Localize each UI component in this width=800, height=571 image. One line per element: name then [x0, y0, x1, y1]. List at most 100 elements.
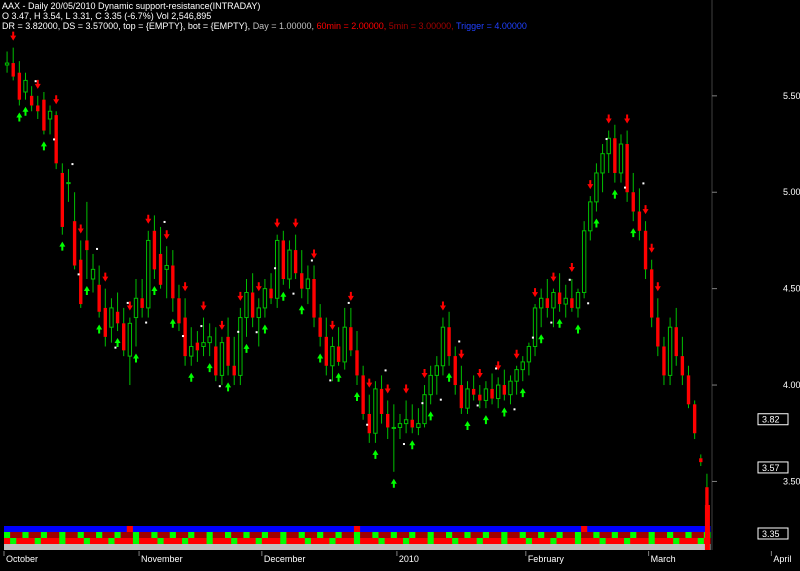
band-60min-cell — [267, 538, 275, 544]
band-5min-cell — [452, 532, 459, 538]
band-5min-cell — [599, 532, 607, 538]
candle-down — [97, 284, 101, 312]
resistance-dot — [163, 220, 166, 223]
candle-up — [342, 326, 347, 363]
candle-up — [23, 79, 28, 93]
band-trigger-cell — [697, 526, 705, 532]
band-5min-cell — [611, 532, 619, 538]
candle-down — [637, 211, 642, 231]
support-dot — [292, 292, 295, 295]
band-5min-cell — [396, 532, 404, 538]
band-day-cell — [691, 544, 699, 550]
band-trigger-cell — [243, 526, 251, 532]
band-60min-cell — [304, 538, 312, 544]
resistance-dot — [274, 267, 277, 270]
band-trigger-cell — [10, 526, 17, 532]
band-5min-cell — [212, 532, 220, 538]
sell-arrow — [421, 369, 428, 379]
band-5min-cell — [206, 532, 214, 538]
candle-down — [214, 346, 218, 376]
band-60min-cell — [120, 538, 128, 544]
band-day-cell — [550, 544, 558, 550]
band-day-cell — [182, 544, 189, 550]
band-trigger-cell — [562, 526, 570, 532]
band-60min-cell — [83, 538, 91, 544]
band-day-cell — [298, 544, 306, 550]
band-day-cell — [636, 544, 643, 550]
band-5min-cell — [231, 532, 238, 538]
candle-down — [195, 342, 200, 351]
band-5min-cell — [83, 532, 91, 538]
band-60min-cell — [225, 538, 232, 544]
y-tick-label: 5.50 — [783, 91, 800, 101]
band-5min-cell — [34, 532, 42, 538]
band-5min-cell — [495, 532, 502, 538]
candle-up — [551, 291, 556, 309]
band-trigger-cell — [53, 526, 60, 532]
sell-arrow — [329, 320, 336, 330]
band-5min-cell — [679, 532, 686, 538]
sell-arrow — [513, 349, 520, 359]
candle-down — [471, 388, 476, 395]
sell-arrow — [255, 282, 262, 292]
band-5min-cell — [617, 532, 625, 538]
band-trigger-cell — [28, 526, 36, 532]
last-bar-marker — [704, 505, 710, 550]
candle-down — [60, 172, 65, 227]
band-trigger-cell — [581, 526, 588, 532]
band-60min-cell — [562, 538, 570, 544]
band-60min-cell — [206, 538, 214, 544]
band-trigger-cell — [274, 526, 281, 532]
band-5min-cell — [237, 532, 244, 538]
band-60min-cell — [310, 538, 318, 544]
band-day-cell — [139, 544, 146, 550]
candle-down — [656, 317, 660, 347]
y-tick-label: 5.00 — [783, 187, 800, 197]
support-dot — [550, 321, 553, 324]
sell-arrow — [145, 214, 152, 224]
band-day-cell — [261, 544, 269, 550]
resistance-dot — [384, 369, 387, 372]
band-day-cell — [513, 544, 521, 550]
buy-arrow — [390, 478, 397, 488]
candle-down — [680, 356, 685, 376]
band-day-cell — [157, 544, 165, 550]
band-trigger-cell — [384, 526, 392, 532]
band-day-cell — [544, 544, 551, 550]
candle-down — [324, 336, 328, 366]
band-60min-cell — [194, 538, 201, 544]
band-trigger-cell — [310, 526, 318, 532]
band-5min-cell — [667, 532, 674, 538]
band-day-cell — [310, 544, 318, 550]
band-day-cell — [403, 544, 410, 550]
band-60min-cell — [697, 538, 705, 544]
candle-up — [465, 388, 470, 409]
band-60min-cell — [182, 538, 189, 544]
band-60min-cell — [488, 538, 496, 544]
buy-arrow — [16, 112, 23, 122]
band-day-cell — [605, 544, 613, 550]
sell-arrow — [605, 114, 612, 124]
x-tick-label: October — [6, 554, 38, 564]
band-60min-cell — [390, 538, 398, 544]
band-60min-cell — [458, 538, 465, 544]
band-day-cell — [624, 544, 631, 550]
band-5min-cell — [507, 532, 515, 538]
band-60min-cell — [200, 538, 208, 544]
buy-arrow — [225, 382, 232, 392]
candle-up — [330, 345, 335, 367]
candle-down — [355, 350, 359, 376]
buy-arrow — [446, 372, 453, 382]
band-day-cell — [372, 544, 379, 550]
price-marker-label: 3.35 — [762, 529, 780, 539]
band-trigger-cell — [568, 526, 576, 532]
band-trigger-cell — [89, 526, 97, 532]
band-trigger-cell — [353, 526, 361, 532]
band-5min-cell — [292, 532, 300, 538]
band-5min-cell — [132, 532, 140, 538]
band-5min-cell — [255, 532, 263, 538]
band-trigger-cell — [280, 526, 287, 532]
candle-down — [122, 323, 126, 351]
price-chart[interactable]: 5.50 5.00 4.50 4.00 3.50 3.82 3.57 3.35 October N… — [0, 0, 800, 571]
candle-down — [379, 388, 384, 414]
